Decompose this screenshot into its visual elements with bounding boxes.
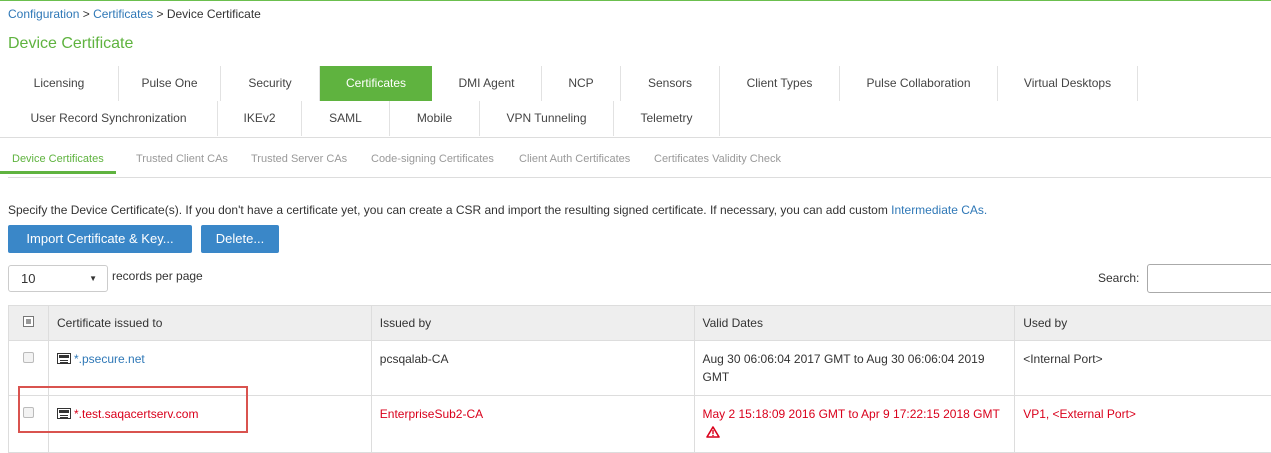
subtab-certificates-validity-check[interactable]: Certificates Validity Check — [654, 153, 781, 165]
subtab-trusted-server-cas[interactable]: Trusted Server CAs — [251, 153, 347, 165]
table-header-row: Certificate issued to Issued by Valid Da… — [9, 306, 1271, 341]
certificate-link[interactable]: *.test.saqacertserv.com — [74, 407, 199, 421]
certificate-link[interactable]: *.psecure.net — [74, 352, 145, 366]
row-checkbox[interactable] — [23, 352, 34, 363]
tab-user-record-synchronization[interactable]: User Record Synchronization — [0, 101, 218, 136]
tab-pulse-collaboration[interactable]: Pulse Collaboration — [840, 66, 998, 101]
tab-certificates[interactable]: Certificates — [320, 66, 432, 101]
subtab-device-certificates[interactable]: Device Certificates — [0, 153, 116, 174]
header-used-by[interactable]: Used by — [1015, 306, 1271, 341]
used-by-cell: <Internal Port> — [1015, 341, 1271, 396]
used-by-cell: VP1, <External Port> — [1015, 396, 1271, 453]
table-row: *.psecure.net pcsqalab-CA Aug 30 06:06:0… — [9, 341, 1271, 396]
valid-dates-cell: May 2 15:18:09 2016 GMT to Apr 9 17:22:1… — [694, 396, 1015, 453]
delete-button[interactable]: Delete... — [201, 225, 279, 253]
issued-by-cell: pcsqalab-CA — [371, 341, 694, 396]
page-size-select[interactable]: 10 ▼ — [8, 265, 108, 292]
valid-dates-cell: Aug 30 06:06:04 2017 GMT to Aug 30 06:06… — [694, 341, 1015, 396]
header-issued-to[interactable]: Certificate issued to — [48, 306, 371, 341]
tab-virtual-desktops[interactable]: Virtual Desktops — [998, 66, 1138, 101]
search-input[interactable] — [1147, 264, 1271, 293]
tab-ikev2[interactable]: IKEv2 — [218, 101, 302, 136]
certificates-table: Certificate issued to Issued by Valid Da… — [8, 305, 1271, 453]
tab-telemetry[interactable]: Telemetry — [614, 101, 720, 136]
import-certificate-button[interactable]: Import Certificate & Key... — [8, 225, 192, 253]
tab-client-types[interactable]: Client Types — [720, 66, 840, 101]
breadcrumb-certificates[interactable]: Certificates — [93, 7, 153, 21]
tab-pulse-one[interactable]: Pulse One — [119, 66, 221, 101]
description-text: Specify the Device Certificate(s). If yo… — [8, 203, 888, 217]
row-checkbox[interactable] — [23, 407, 34, 418]
tab-security[interactable]: Security — [221, 66, 320, 101]
header-valid-dates[interactable]: Valid Dates — [694, 306, 1015, 341]
certificate-icon — [57, 408, 71, 419]
breadcrumb: Configuration > Certificates > Device Ce… — [8, 7, 261, 21]
issued-by-cell: EnterpriseSub2-CA — [371, 396, 694, 453]
main-tabs: Licensing Pulse One Security Certificate… — [0, 66, 1271, 138]
valid-dates-text: May 2 15:18:09 2016 GMT to Apr 9 17:22:1… — [703, 407, 1000, 421]
tab-saml[interactable]: SAML — [302, 101, 390, 136]
description: Specify the Device Certificate(s). If yo… — [8, 203, 987, 217]
tab-ncp[interactable]: NCP — [542, 66, 621, 101]
caret-down-icon: ▼ — [89, 266, 97, 291]
tab-licensing[interactable]: Licensing — [0, 66, 119, 101]
breadcrumb-separator: > — [156, 7, 163, 21]
subtab-client-auth-certificates[interactable]: Client Auth Certificates — [519, 153, 630, 165]
subtabs-divider — [8, 177, 1271, 178]
records-per-page-label: records per page — [112, 269, 203, 283]
tab-dmi-agent[interactable]: DMI Agent — [432, 66, 542, 101]
select-all-icon[interactable] — [23, 316, 34, 327]
table-row: *.test.saqacertserv.com EnterpriseSub2-C… — [9, 396, 1271, 453]
page-size-value: 10 — [21, 271, 35, 286]
tab-vpn-tunneling[interactable]: VPN Tunneling — [480, 101, 614, 136]
tab-mobile[interactable]: Mobile — [390, 101, 480, 136]
select-all-header[interactable] — [9, 306, 49, 341]
intermediate-cas-link[interactable]: Intermediate CAs. — [891, 203, 987, 217]
breadcrumb-current: Device Certificate — [167, 7, 261, 21]
warning-triangle-icon — [706, 425, 720, 443]
certificate-icon — [57, 353, 71, 364]
page-title: Device Certificate — [8, 35, 133, 53]
sub-tabs: Device Certificates Trusted Client CAs T… — [8, 153, 1271, 177]
breadcrumb-separator: > — [83, 7, 90, 21]
breadcrumb-configuration[interactable]: Configuration — [8, 7, 79, 21]
search-label: Search: — [1098, 271, 1139, 285]
subtab-trusted-client-cas[interactable]: Trusted Client CAs — [136, 153, 228, 165]
subtab-code-signing-certificates[interactable]: Code-signing Certificates — [371, 153, 494, 165]
tab-sensors[interactable]: Sensors — [621, 66, 720, 101]
header-issued-by[interactable]: Issued by — [371, 306, 694, 341]
